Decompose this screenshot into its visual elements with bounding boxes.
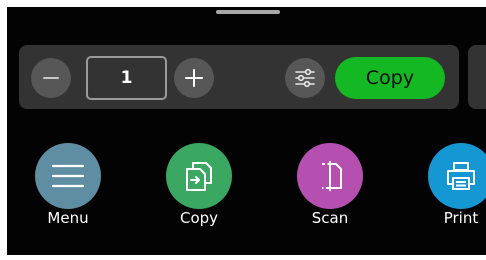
printer-home-screen: 1 Copy Menu Copy Scan Print (7, 7, 486, 255)
quick-copy-bar: 1 Copy (19, 45, 459, 109)
app-scan[interactable]: Scan (297, 143, 363, 227)
app-menu-circle (35, 143, 101, 209)
app-print-label: Print (443, 209, 479, 227)
scan-icon (322, 161, 342, 191)
minus-icon (43, 77, 59, 79)
copy-settings-button[interactable] (285, 58, 325, 98)
app-print[interactable]: Print (428, 143, 486, 227)
sliders-icon (295, 68, 315, 88)
copies-quantity-value: 1 (120, 68, 133, 88)
copy-icon (186, 162, 212, 191)
start-copy-label: Copy (365, 67, 415, 89)
copies-quantity-field[interactable]: 1 (86, 56, 167, 100)
printer-icon (447, 162, 475, 190)
next-panel-edge[interactable] (468, 45, 486, 109)
decrease-copies-button[interactable] (31, 58, 71, 98)
app-menu-label: Menu (47, 209, 89, 227)
plus-icon (185, 69, 203, 87)
menu-icon (51, 164, 85, 188)
app-scan-circle (297, 143, 363, 209)
pull-down-handle[interactable] (216, 10, 280, 14)
app-copy[interactable]: Copy (166, 143, 232, 227)
app-copy-label: Copy (179, 209, 219, 227)
app-print-circle (428, 143, 486, 209)
start-copy-button[interactable]: Copy (335, 57, 445, 99)
app-copy-circle (166, 143, 232, 209)
app-menu[interactable]: Menu (35, 143, 101, 227)
increase-copies-button[interactable] (174, 58, 214, 98)
app-scan-label: Scan (311, 209, 349, 227)
